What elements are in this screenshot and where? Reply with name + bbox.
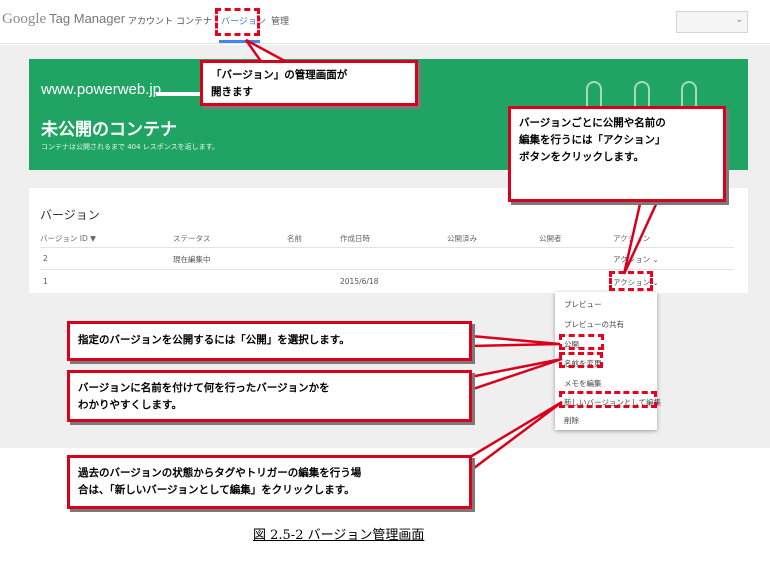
column-header-published: 公開済み <box>447 234 477 243</box>
callout-text: バージョンごとに公開や名前の <box>519 117 666 129</box>
menu-item-share-preview[interactable]: プレビューの共有 <box>564 319 624 330</box>
gtm-logo[interactable]: Google Tag Manager <box>2 11 125 28</box>
column-header-publisher: 公開者 <box>539 234 562 243</box>
highlight-rename <box>559 352 603 368</box>
callout-text: 「バージョン」の管理画面が <box>211 69 348 81</box>
chevron-down-icon: ⌄ <box>735 15 743 25</box>
container-domain: www.powerweb.jp <box>41 81 162 98</box>
nav-account[interactable]: アカウント <box>128 14 173 27</box>
callout-publish: 指定のバージョンを公開するには「公開」を選択します。 <box>67 321 472 361</box>
versions-title: バージョン <box>40 208 100 222</box>
divider <box>40 269 734 270</box>
callout-versions-screen: 「バージョン」の管理画面が 開きます <box>200 60 418 106</box>
row-2-status: 現在編集中 <box>173 255 211 264</box>
callout-text: バージョンに名前を付けて何を行ったバージョンかを <box>78 382 330 394</box>
column-header-version-id[interactable]: バージョン ID ▼ <box>40 233 96 244</box>
highlight-edit-as-new <box>559 391 657 408</box>
account-selector[interactable]: ⌄ <box>676 11 748 33</box>
menu-item-preview[interactable]: プレビュー <box>564 299 602 310</box>
callout-text: 合は、「新しいバージョンとして編集」をクリックします。 <box>78 484 355 496</box>
callout-edit-as-new: 過去のバージョンの状態からタグやトリガーの編集を行う場 合は、「新しいバージョン… <box>67 455 472 509</box>
divider <box>40 247 734 248</box>
nav-active-indicator <box>219 40 260 43</box>
callout-rename: バージョンに名前を付けて何を行ったバージョンかを わかりやすくします。 <box>67 370 472 422</box>
column-header-name: 名前 <box>287 234 302 243</box>
highlight-action-button <box>609 271 653 291</box>
menu-item-edit-notes[interactable]: メモを編集 <box>564 378 602 389</box>
callout-text: 指定のバージョンを公開するには「公開」を選択します。 <box>78 334 350 346</box>
menu-item-delete[interactable]: 削除 <box>564 415 579 426</box>
row-1-created: 2015/6/18 <box>340 277 379 286</box>
figure-caption: 図 2.5-2 バージョン管理画面 <box>253 528 425 543</box>
column-header-status: ステータス <box>173 234 211 243</box>
callout-text: わかりやすくします。 <box>78 399 182 411</box>
callout-action-button: バージョンごとに公開や名前の 編集を行うには「アクション」 ボタンをクリックしま… <box>508 106 726 202</box>
row-2-action-button[interactable]: アクション ⌄ <box>613 254 659 265</box>
container-status-title: 未公開のコンテナ <box>41 120 177 140</box>
callout-text: ボタンをクリックします。 <box>519 151 644 163</box>
highlight-versions-tab <box>215 8 260 36</box>
callout-text: 開きます <box>211 86 253 98</box>
container-status-subtitle: コンテナは公開されるまで 404 レスポンスを返します。 <box>41 143 219 151</box>
callout-text: 過去のバージョンの状態からタグやトリガーの編集を行う場 <box>78 467 362 479</box>
logo-google-text: Google <box>2 11 47 27</box>
column-header-created: 作成日時 <box>340 234 370 243</box>
column-header-action: アクション <box>613 234 651 243</box>
row-1-id: 1 <box>43 277 48 286</box>
logo-product-text: Tag Manager <box>49 11 126 26</box>
highlight-publish <box>559 334 604 350</box>
callout-text: 編集を行うには「アクション」 <box>519 134 666 146</box>
nav-container[interactable]: コンテナ <box>176 14 212 27</box>
top-nav: Google Tag Manager アカウント コンテナ バージョン 管理 ⌄ <box>0 0 770 44</box>
nav-admin[interactable]: 管理 <box>271 14 289 27</box>
row-2-id: 2 <box>43 254 48 263</box>
